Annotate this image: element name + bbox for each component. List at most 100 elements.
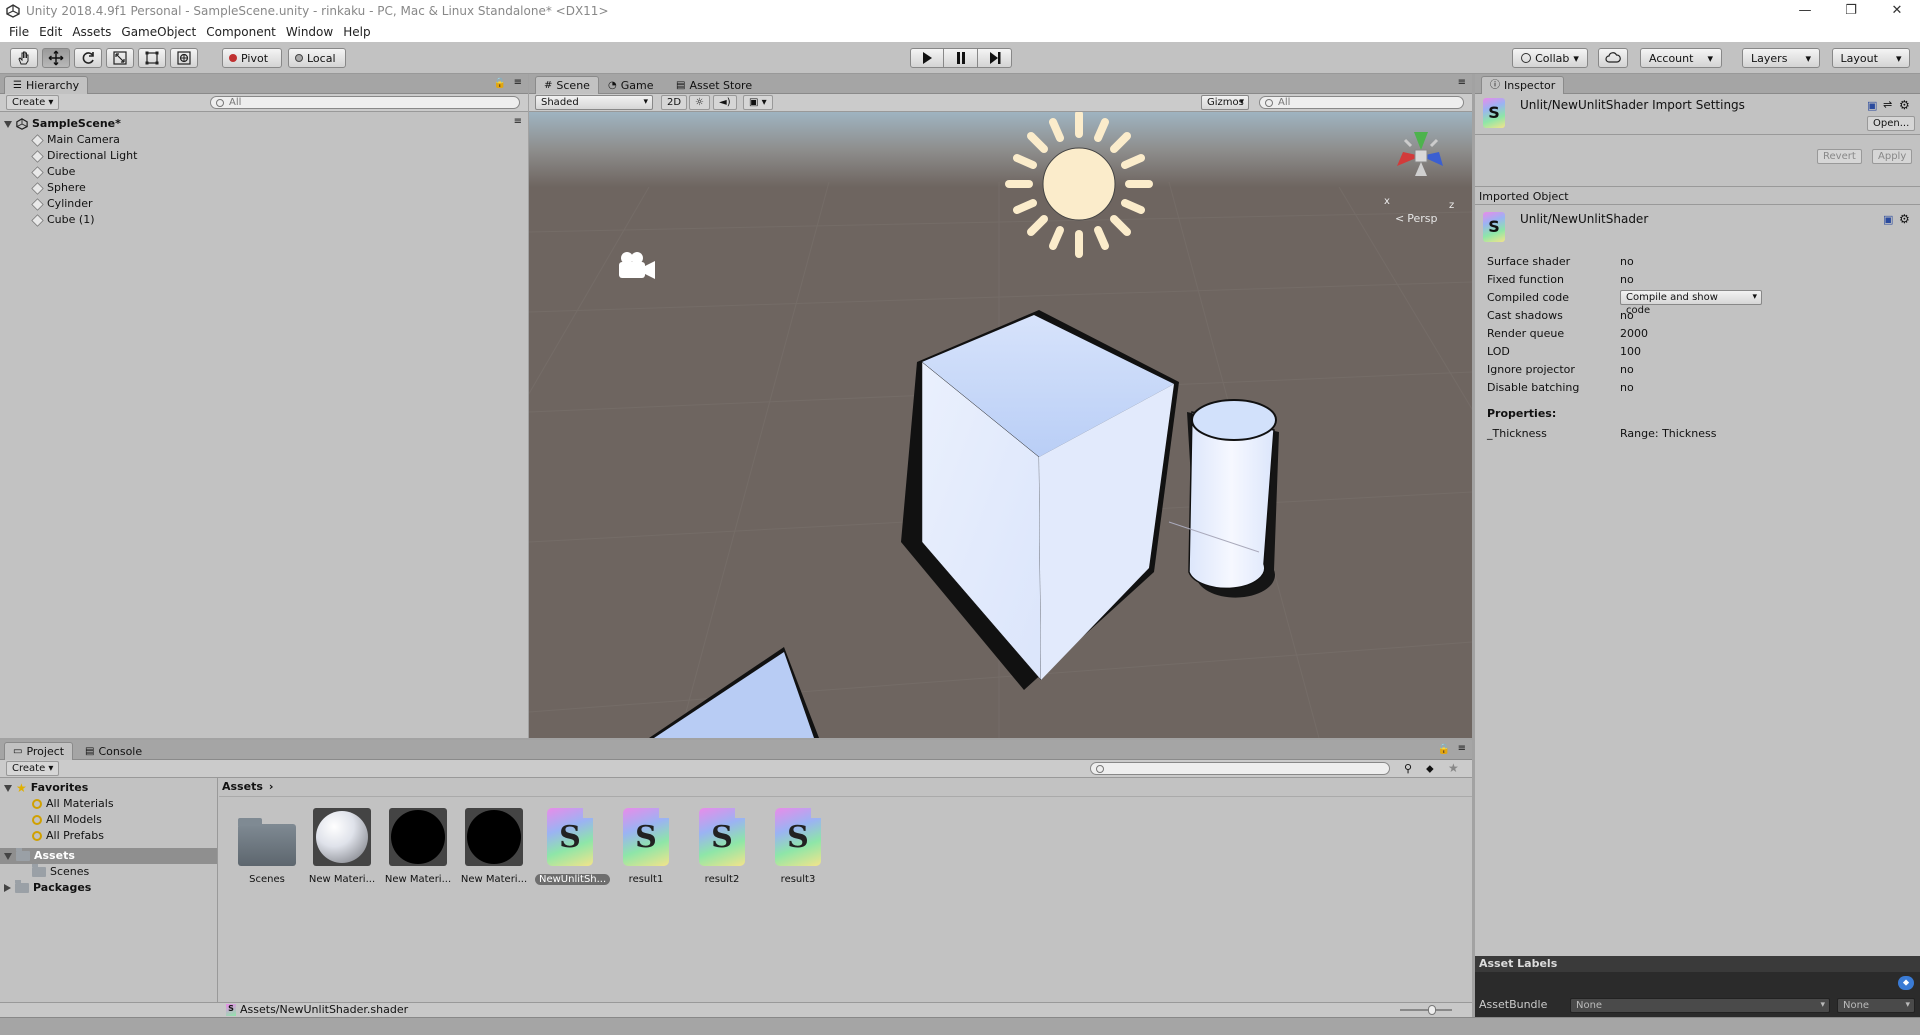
scene-menu-icon[interactable]: ≡ [514, 116, 522, 127]
tag-icon[interactable]: ⬥ [1898, 976, 1914, 990]
hierarchy-item[interactable]: Main Camera [31, 132, 120, 148]
shading-mode-dropdown[interactable]: Shaded [535, 95, 653, 110]
asset-item-material[interactable]: New Materi... [307, 808, 377, 885]
preset-icon[interactable]: ⇌ [1883, 98, 1892, 111]
move-tool-button[interactable] [42, 48, 70, 68]
menu-help[interactable]: Help [338, 25, 375, 39]
gear-icon[interactable]: ⚙ [1899, 212, 1910, 226]
asset-item-shader[interactable]: S result3 [763, 808, 833, 885]
help-book-icon[interactable]: ▣ [1883, 213, 1893, 226]
gizmos-dropdown[interactable]: Gizmos [1201, 95, 1249, 110]
console-icon: ▤ [85, 745, 95, 757]
collab-dropdown[interactable]: Collab ▾ [1512, 48, 1588, 68]
expand-arrow-icon[interactable] [4, 852, 12, 860]
lock-icon[interactable]: 🔒 [494, 78, 506, 89]
layers-dropdown[interactable]: Layers ▾ [1742, 48, 1820, 68]
favorites-item[interactable]: All Models [32, 812, 102, 828]
tab-inspector[interactable]: ⓘ Inspector [1481, 76, 1565, 94]
filter-type-icon[interactable]: ⚲ [1404, 762, 1412, 775]
tab-game[interactable]: ◔ Game [599, 76, 662, 94]
scene-root-row[interactable]: SampleScene* [4, 116, 121, 132]
transform-tool-button[interactable] [170, 48, 198, 68]
create-label: Create [12, 763, 46, 774]
tab-hierarchy-label: Hierarchy [25, 78, 80, 92]
menu-component[interactable]: Component [201, 25, 281, 39]
pivot-toggle[interactable]: Pivot [222, 48, 282, 68]
restore-button[interactable]: ❐ [1828, 0, 1874, 22]
asset-bundle-dropdown[interactable]: None [1570, 998, 1830, 1013]
panel-menu-icon[interactable]: ≡ [1458, 743, 1466, 754]
account-dropdown[interactable]: Account ▾ [1640, 48, 1722, 68]
hierarchy-item[interactable]: Directional Light [31, 148, 137, 164]
favorites-item[interactable]: All Materials [32, 796, 114, 812]
cloud-button[interactable] [1598, 48, 1628, 68]
hierarchy-item[interactable]: Cube (1) [31, 212, 94, 228]
slider-handle[interactable] [1428, 1005, 1436, 1015]
minimize-button[interactable]: — [1782, 0, 1828, 22]
help-book-icon[interactable]: ▣ [1867, 99, 1877, 112]
asset-item-shader-selected[interactable]: S NewUnlitSh... [535, 808, 611, 885]
menu-file[interactable]: File [4, 25, 34, 39]
tab-hierarchy[interactable]: ☰ Hierarchy [4, 76, 89, 94]
panel-menu-icon[interactable]: ≡ [514, 77, 522, 88]
menu-edit[interactable]: Edit [34, 25, 67, 39]
tab-project[interactable]: ▭ Project [4, 742, 74, 760]
open-button[interactable]: Open... [1867, 116, 1916, 131]
packages-folder-row[interactable]: Packages [4, 880, 91, 896]
thumbnail-size-slider[interactable] [1400, 1009, 1452, 1011]
compiled-code-dropdown[interactable]: Compile and show code [1620, 290, 1762, 316]
tab-console[interactable]: ▤ Console [76, 742, 151, 760]
collapse-arrow-icon[interactable] [4, 884, 11, 892]
asset-bundle-variant-dropdown[interactable]: None [1837, 998, 1915, 1013]
play-button[interactable] [910, 48, 944, 68]
folder-item[interactable]: Scenes [32, 864, 89, 880]
menu-gameobject[interactable]: GameObject [116, 25, 201, 39]
asset-labels-section: Asset Labels ⬥ AssetBundle None None [1475, 956, 1920, 1017]
project-search-input[interactable] [1090, 762, 1390, 775]
scene-viewport[interactable]: x z < Persp [529, 112, 1472, 738]
layout-dropdown[interactable]: Layout ▾ [1832, 48, 1910, 68]
hand-tool-button[interactable] [10, 48, 38, 68]
asset-item-material[interactable]: New Materi... [383, 808, 453, 885]
local-toggle[interactable]: Local [288, 48, 346, 68]
favorite-star-icon[interactable]: ★ [1448, 761, 1459, 775]
tab-scene[interactable]: # Scene [535, 76, 599, 94]
scene-search-input[interactable]: All [1259, 96, 1464, 109]
hierarchy-item[interactable]: Sphere [31, 180, 86, 196]
hierarchy-create-dropdown[interactable]: Create ▾ [6, 95, 60, 110]
menu-window[interactable]: Window [281, 25, 338, 39]
menu-assets[interactable]: Assets [67, 25, 116, 39]
panel-menu-icon[interactable]: ≡ [1458, 77, 1466, 88]
rect-tool-button[interactable] [138, 48, 166, 68]
hierarchy-search-input[interactable]: All [210, 96, 520, 109]
close-button[interactable]: ✕ [1874, 0, 1920, 22]
audio-toggle[interactable]: ◄) [713, 95, 737, 110]
expand-arrow-icon[interactable] [4, 784, 12, 792]
lock-icon[interactable]: 🔒 [1438, 744, 1450, 755]
hierarchy-item[interactable]: Cube [31, 164, 75, 180]
scale-tool-button[interactable] [106, 48, 134, 68]
breadcrumb-assets[interactable]: Assets [222, 780, 263, 793]
pause-button[interactable] [944, 48, 978, 68]
favorites-row[interactable]: ★ Favorites [4, 780, 88, 796]
favorites-item[interactable]: All Prefabs [32, 828, 104, 844]
assets-folder-row[interactable]: Assets [4, 848, 75, 864]
toggle-2d-button[interactable]: 2D [661, 95, 688, 110]
gear-icon[interactable]: ⚙ [1899, 98, 1910, 112]
asset-item-shader[interactable]: S result1 [611, 808, 681, 885]
filter-label-icon[interactable]: ⬥ [1426, 762, 1434, 776]
asset-item-shader[interactable]: S result2 [687, 808, 757, 885]
apply-button[interactable]: Apply [1872, 149, 1913, 164]
project-create-dropdown[interactable]: Create ▾ [6, 761, 60, 776]
hierarchy-item[interactable]: Cylinder [31, 196, 93, 212]
effects-dropdown[interactable]: ▣ ▾ [743, 95, 773, 110]
projection-toggle[interactable]: < Persp [1395, 212, 1437, 225]
asset-item-folder[interactable]: Scenes [232, 808, 302, 885]
asset-item-material[interactable]: New Materi... [459, 808, 529, 885]
tab-asset-store[interactable]: ▤ Asset Store [667, 76, 761, 94]
lighting-toggle[interactable]: ☼ [689, 95, 710, 110]
rotate-tool-button[interactable] [74, 48, 102, 68]
expand-arrow-icon[interactable] [4, 120, 12, 128]
step-button[interactable] [978, 48, 1012, 68]
revert-button[interactable]: Revert [1817, 149, 1862, 164]
